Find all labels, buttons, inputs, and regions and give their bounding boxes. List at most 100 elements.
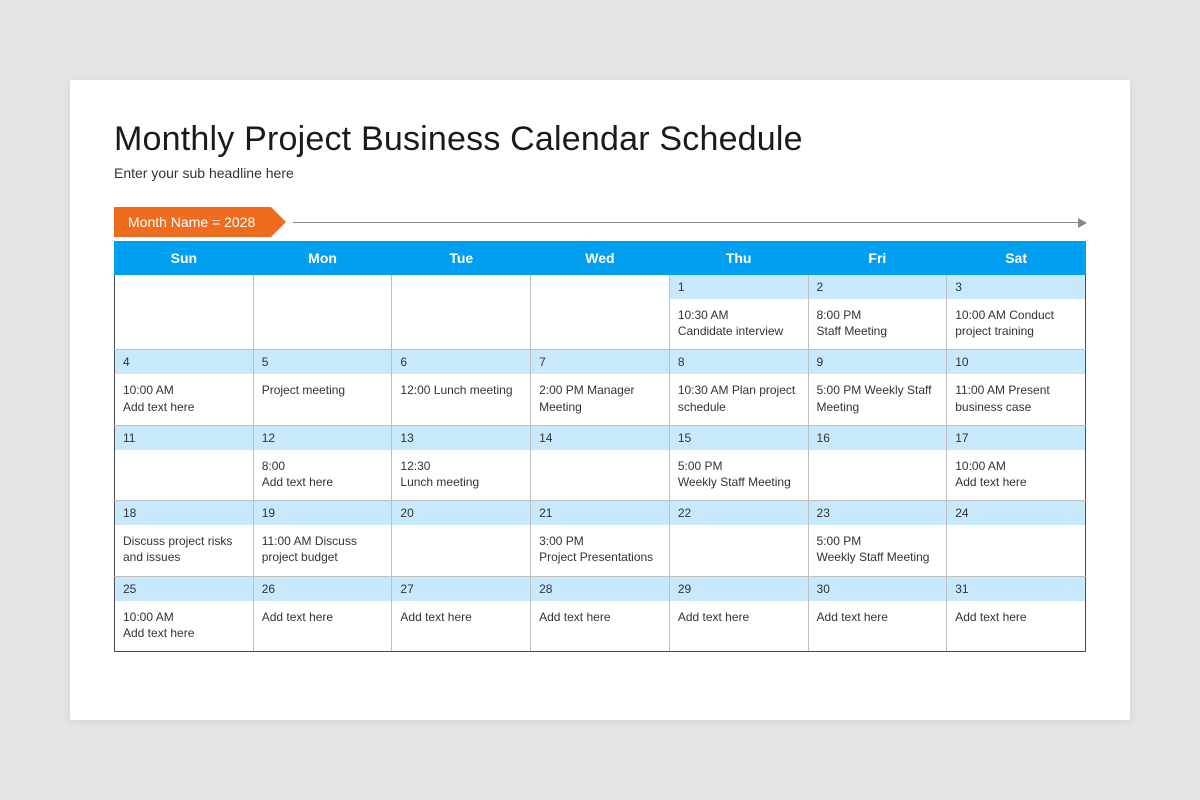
event-text[interactable]: 10:00 AM Add text here (947, 450, 1085, 500)
event-text[interactable]: 10:30 AM Candidate interview (670, 299, 808, 349)
event-text[interactable] (947, 525, 1085, 567)
month-tag[interactable]: Month Name = 2028 (114, 207, 271, 237)
event-text[interactable] (809, 450, 947, 492)
event-text[interactable]: Add text here (392, 601, 530, 643)
day-number: 2 (809, 275, 947, 299)
day-number: 27 (392, 577, 530, 601)
event-text[interactable] (531, 297, 669, 339)
calendar-cell[interactable]: 30Add text here (808, 576, 947, 651)
day-number: 16 (809, 426, 947, 450)
event-text[interactable] (531, 450, 669, 492)
event-text[interactable]: Add text here (809, 601, 947, 643)
day-number: 5 (254, 350, 392, 374)
event-text[interactable] (254, 297, 392, 339)
calendar-cell[interactable]: 18Discuss project risks and issues (115, 501, 254, 576)
day-number (392, 275, 530, 297)
day-number: 18 (115, 501, 253, 525)
calendar-cell[interactable]: 1312:30 Lunch meeting (392, 425, 531, 500)
calendar-cell[interactable]: 1911:00 AM Discuss project budget (253, 501, 392, 576)
calendar-cell[interactable]: 155:00 PM Weekly Staff Meeting (669, 425, 808, 500)
event-text[interactable] (115, 450, 253, 492)
calendar-cell[interactable]: 95:00 PM Weekly Staff Meeting (808, 350, 947, 425)
calendar-cell[interactable]: 24 (947, 501, 1086, 576)
calendar-cell[interactable]: 310:00 AM Conduct project training (947, 275, 1086, 350)
calendar-cell[interactable]: 29Add text here (669, 576, 808, 651)
calendar-cell[interactable]: 128:00 Add text here (253, 425, 392, 500)
table-row: 410:00 AM Add text here5Project meeting6… (115, 350, 1086, 425)
event-text[interactable]: Add text here (670, 601, 808, 643)
calendar-cell[interactable]: 612:00 Lunch meeting (392, 350, 531, 425)
day-header-sat: Sat (947, 242, 1086, 275)
event-text[interactable]: Project meeting (254, 374, 392, 416)
calendar-body: 110:30 AM Candidate interview28:00 PM St… (115, 275, 1086, 652)
event-text[interactable]: 10:00 AM Add text here (115, 601, 253, 651)
event-text[interactable]: 11:00 AM Present business case (947, 374, 1085, 424)
calendar-cell[interactable]: 11 (115, 425, 254, 500)
event-text[interactable]: 10:30 AM Plan project schedule (670, 374, 808, 424)
calendar-cell[interactable]: 2510:00 AM Add text here (115, 576, 254, 651)
subtitle[interactable]: Enter your sub headline here (114, 165, 1086, 181)
day-number: 23 (809, 501, 947, 525)
event-text[interactable] (670, 525, 808, 567)
event-text[interactable]: 12:30 Lunch meeting (392, 450, 530, 500)
calendar-cell[interactable]: 22 (669, 501, 808, 576)
calendar-cell[interactable] (253, 275, 392, 350)
calendar-cell[interactable]: 5Project meeting (253, 350, 392, 425)
event-text[interactable]: Discuss project risks and issues (115, 525, 253, 575)
calendar-cell[interactable]: 16 (808, 425, 947, 500)
event-text[interactable]: 8:00 Add text here (254, 450, 392, 500)
event-text[interactable]: 2:00 PM Manager Meeting (531, 374, 669, 424)
event-text[interactable] (392, 297, 530, 339)
day-number: 11 (115, 426, 253, 450)
event-text[interactable]: 10:00 AM Add text here (115, 374, 253, 424)
table-row: 110:30 AM Candidate interview28:00 PM St… (115, 275, 1086, 350)
day-number (254, 275, 392, 297)
day-header-tue: Tue (392, 242, 531, 275)
day-number: 1 (670, 275, 808, 299)
event-text[interactable]: 11:00 AM Discuss project budget (254, 525, 392, 575)
calendar-cell[interactable]: 20 (392, 501, 531, 576)
day-number: 15 (670, 426, 808, 450)
event-text[interactable]: 8:00 PM Staff Meeting (809, 299, 947, 349)
event-text[interactable]: Add text here (254, 601, 392, 643)
calendar-cell[interactable]: 31Add text here (947, 576, 1086, 651)
arrow-line (293, 222, 1086, 223)
calendar-cell[interactable]: 235:00 PM Weekly Staff Meeting (808, 501, 947, 576)
calendar-cell[interactable] (115, 275, 254, 350)
calendar-cell[interactable] (392, 275, 531, 350)
calendar-cell[interactable] (531, 275, 670, 350)
calendar-cell[interactable]: 213:00 PM Project Presentations (531, 501, 670, 576)
event-text[interactable]: 5:00 PM Weekly Staff Meeting (809, 525, 947, 575)
calendar-cell[interactable]: 810:30 AM Plan project schedule (669, 350, 808, 425)
event-text[interactable]: 3:00 PM Project Presentations (531, 525, 669, 575)
event-text[interactable] (115, 297, 253, 339)
event-text[interactable]: 5:00 PM Weekly Staff Meeting (809, 374, 947, 424)
event-text[interactable] (392, 525, 530, 567)
calendar-cell[interactable]: 1011:00 AM Present business case (947, 350, 1086, 425)
calendar-cell[interactable]: 410:00 AM Add text here (115, 350, 254, 425)
day-number: 10 (947, 350, 1085, 374)
day-number: 28 (531, 577, 669, 601)
event-text[interactable]: 12:00 Lunch meeting (392, 374, 530, 416)
calendar-cell[interactable]: 28Add text here (531, 576, 670, 651)
day-number: 25 (115, 577, 253, 601)
calendar-cell[interactable]: 28:00 PM Staff Meeting (808, 275, 947, 350)
calendar-cell[interactable]: 26Add text here (253, 576, 392, 651)
event-text[interactable]: 5:00 PM Weekly Staff Meeting (670, 450, 808, 500)
event-text[interactable]: Add text here (531, 601, 669, 643)
calendar-cell[interactable]: 110:30 AM Candidate interview (669, 275, 808, 350)
table-row: 2510:00 AM Add text here26Add text here2… (115, 576, 1086, 651)
event-text[interactable]: 10:00 AM Conduct project training (947, 299, 1085, 349)
day-number: 29 (670, 577, 808, 601)
day-header-thu: Thu (669, 242, 808, 275)
day-number: 24 (947, 501, 1085, 525)
day-number: 9 (809, 350, 947, 374)
calendar-cell[interactable]: 14 (531, 425, 670, 500)
calendar-cell[interactable]: 72:00 PM Manager Meeting (531, 350, 670, 425)
day-number: 22 (670, 501, 808, 525)
event-text[interactable]: Add text here (947, 601, 1085, 643)
calendar-cell[interactable]: 27Add text here (392, 576, 531, 651)
calendar-cell[interactable]: 1710:00 AM Add text here (947, 425, 1086, 500)
day-number: 3 (947, 275, 1085, 299)
calendar-table: Sun Mon Tue Wed Thu Fri Sat 110:30 AM Ca… (114, 241, 1086, 652)
